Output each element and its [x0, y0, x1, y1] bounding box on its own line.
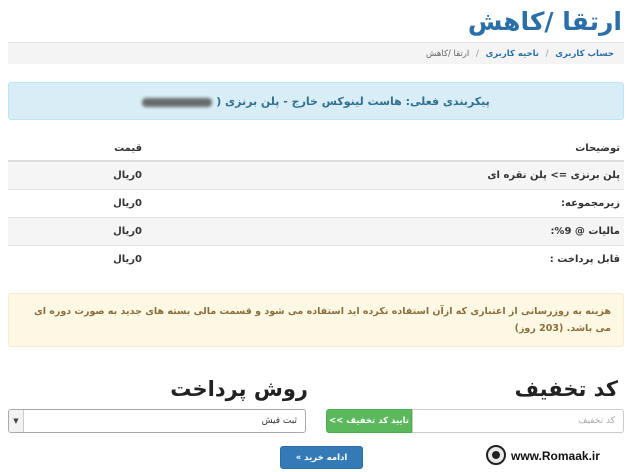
validate-promo-button[interactable]: تایید کد تخفیف >> [326, 409, 412, 433]
page-title: ارتقا /کاهش [467, 7, 622, 36]
row-price: 0ریال [8, 189, 146, 218]
chevron-down-icon: ▼ [9, 410, 24, 432]
watermark: www.Romaak.ir [486, 444, 626, 468]
table-row: قابل پرداخت : 0ریال [8, 245, 624, 273]
breadcrumb-account[interactable]: حساب کاربری [555, 49, 614, 59]
current-config-text: پیکربندی فعلی: هاست لینوکس خارج - پلن بر… [216, 95, 490, 108]
breadcrumb-current: ارتقا /کاهش [426, 49, 470, 59]
payment-title: روش پرداخت [170, 377, 308, 401]
romaak-logo-icon [486, 445, 506, 465]
breadcrumb-separator: / [475, 49, 479, 59]
header-description: توضیحات [146, 136, 624, 162]
breadcrumb-separator: / [545, 49, 549, 59]
row-price: 0ریال [8, 160, 146, 190]
billing-notice: هزینه به روزرسانی از اعتباری که ازآن است… [8, 293, 624, 347]
table-header-row: توضیحات قیمت [8, 136, 624, 162]
continue-button[interactable]: ادامه خرید » [280, 446, 363, 469]
current-config-alert: پیکربندی فعلی: هاست لینوکس خارج - پلن بر… [8, 82, 624, 120]
row-price: 0ریال [8, 245, 146, 273]
breadcrumb-client-area[interactable]: ناحیه کاربری [486, 49, 539, 59]
watermark-text: www.Romaak.ir [511, 449, 600, 463]
table-row: زیرمجموعه: 0ریال [8, 189, 624, 218]
discount-title: کد تخفیف [514, 377, 618, 401]
redacted-domain [142, 97, 213, 107]
header-price: قیمت [8, 136, 146, 162]
table-row: پلن برنزی => پلن نقره ای 0ریال [8, 160, 624, 190]
payment-method-select[interactable]: ثبت فیش ▼ [8, 409, 306, 433]
billing-notice-text: هزینه به روزرسانی از اعتباری که ازآن است… [34, 306, 611, 334]
row-price: 0ریال [8, 217, 146, 246]
breadcrumb: حساب کاربری / ناحیه کاربری / ارتقا /کاهش [8, 42, 624, 64]
row-label: مالیات @ 9%: [146, 217, 624, 246]
row-label: زیرمجموعه: [146, 189, 624, 218]
promo-code-group: تایید کد تخفیف >> [326, 409, 624, 433]
row-label: پلن برنزی => پلن نقره ای [146, 160, 624, 190]
promo-code-input[interactable] [412, 409, 624, 433]
upgrade-summary-table: توضیحات قیمت پلن برنزی => پلن نقره ای 0ر… [8, 136, 624, 273]
table-row: مالیات @ 9%: 0ریال [8, 217, 624, 246]
row-label: قابل پرداخت : [146, 245, 624, 273]
payment-method-value: ثبت فیش [261, 416, 297, 426]
